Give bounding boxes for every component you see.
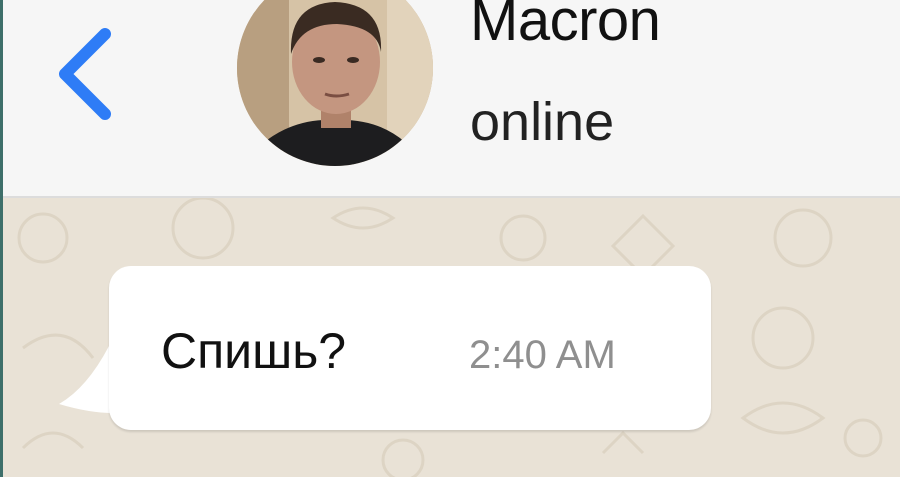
chevron-left-icon [59,28,111,120]
message-text: Спишь? [161,323,347,379]
avatar[interactable] [237,0,433,166]
back-button[interactable] [47,18,127,128]
chat-area: Спишь? 2:40 AM [3,198,900,477]
avatar-photo [237,0,433,166]
message-bubble[interactable]: Спишь? 2:40 AM [109,266,711,430]
contact-status: online [470,92,615,152]
chat-header: Macron online [3,0,900,198]
message-time: 2:40 AM [469,333,616,377]
message-incoming[interactable]: Спишь? 2:40 AM [59,266,719,436]
contact-name[interactable]: Macron [470,0,661,50]
